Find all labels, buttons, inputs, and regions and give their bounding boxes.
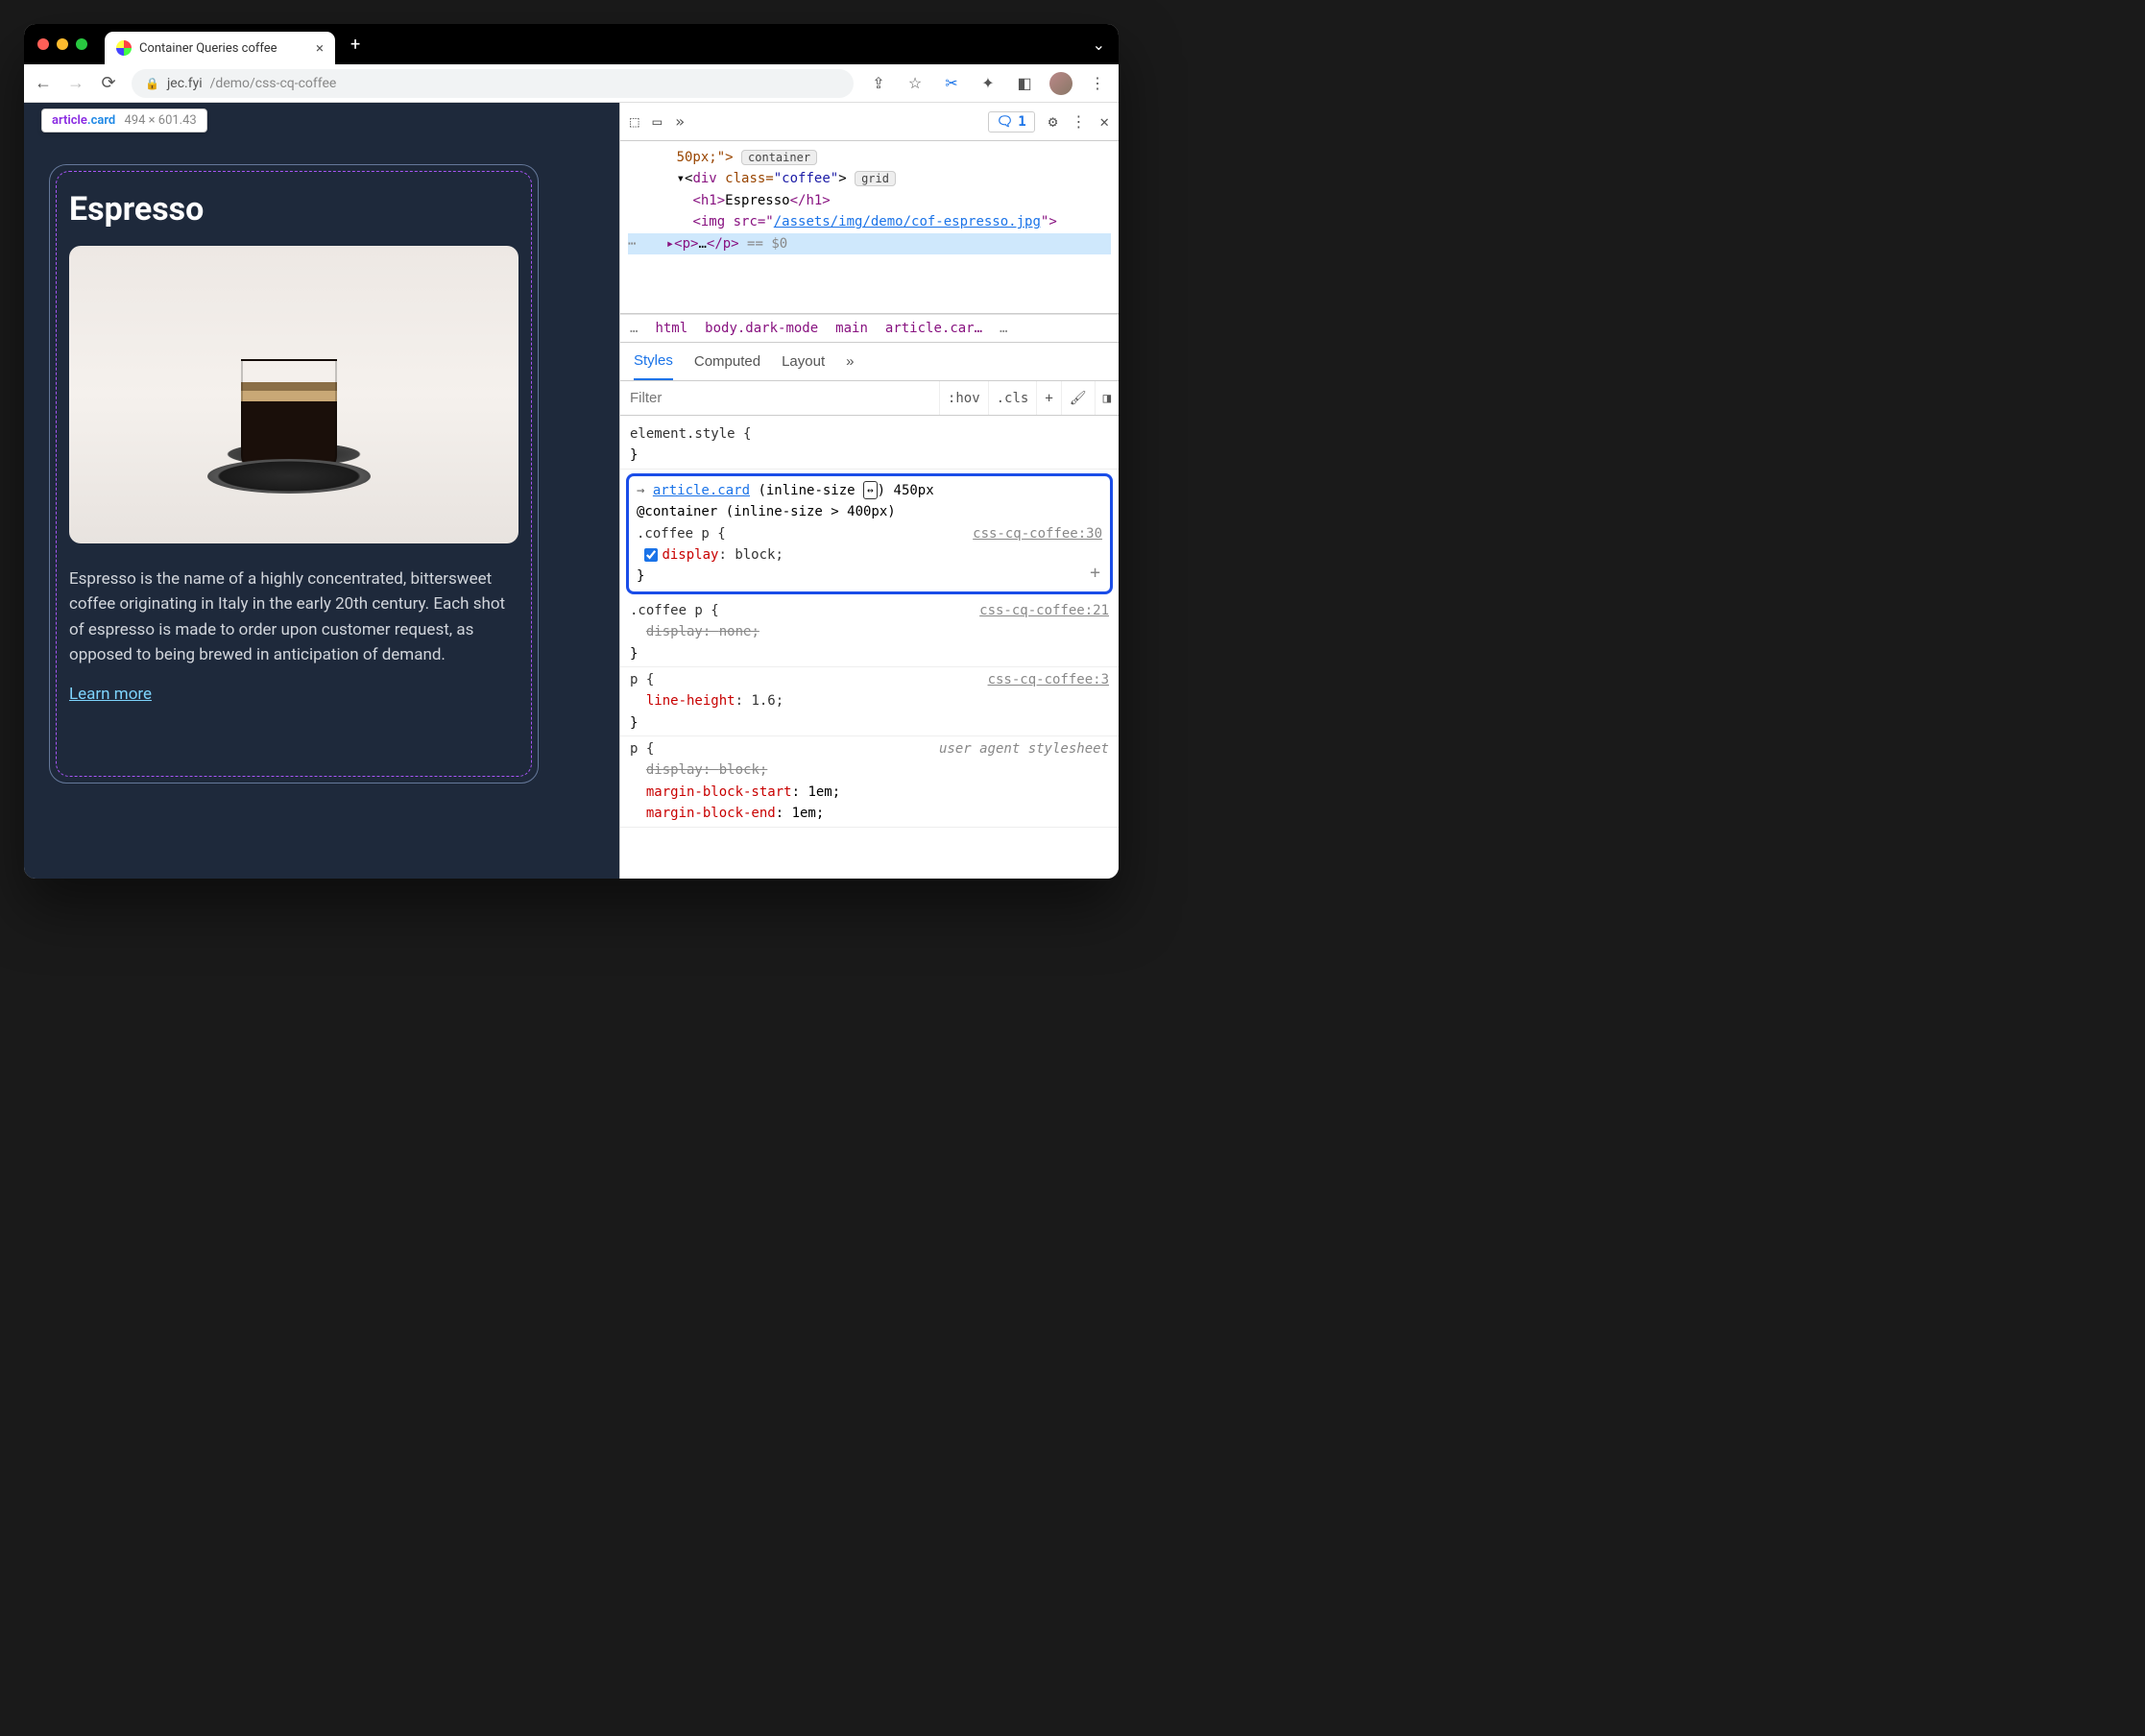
breadcrumb-article[interactable]: article.car… <box>885 321 982 336</box>
source-link-3[interactable]: css-cq-coffee:3 <box>988 669 1109 690</box>
window-titlebar: Container Queries coffee × + ⌄ <box>24 24 1119 64</box>
new-tab-button[interactable]: + <box>350 35 360 55</box>
profile-avatar[interactable] <box>1049 72 1072 95</box>
tab-computed[interactable]: Computed <box>694 353 760 370</box>
hov-button[interactable]: :hov <box>939 381 988 415</box>
property-toggle-checkbox[interactable] <box>644 548 658 562</box>
close-window-button[interactable] <box>37 38 49 50</box>
issues-button[interactable]: 🗨 1 <box>988 111 1035 133</box>
window-menu-chevron-icon[interactable]: ⌄ <box>1093 36 1105 54</box>
devtools-panel: ⬚ ▭ » 🗨 1 ⚙ ⋮ ✕ 50px;"> container ▾<div … <box>619 103 1119 879</box>
ua-label: user agent stylesheet <box>939 738 1109 760</box>
tab-layout[interactable]: Layout <box>782 353 825 370</box>
browser-tab[interactable]: Container Queries coffee × <box>105 32 335 64</box>
toggle-sidebar-icon[interactable]: ◨ <box>1095 381 1119 415</box>
back-button[interactable]: ← <box>34 73 53 93</box>
source-link-30[interactable]: css-cq-coffee:30 <box>973 523 1102 544</box>
cls-button[interactable]: .cls <box>988 381 1037 415</box>
card-description: Espresso is the name of a highly concent… <box>69 567 518 667</box>
inspect-element-icon[interactable]: ⬚ <box>630 112 639 131</box>
device-toolbar-icon[interactable]: ▭ <box>653 112 663 131</box>
card-title: Espresso <box>69 190 518 229</box>
url-bar: ← → ⟳ 🔒 jec.fyi/demo/css-cq-coffee ⇪ ☆ ✂… <box>24 64 1119 103</box>
user-agent-rule[interactable]: p {user agent stylesheet display: block;… <box>620 736 1119 828</box>
container-query-rule[interactable]: article.card (inline-size ↔) 450px @cont… <box>626 473 1113 594</box>
maximize-window-button[interactable] <box>76 38 87 50</box>
issues-icon: 🗨 <box>997 114 1014 130</box>
grid-badge[interactable]: grid <box>855 171 896 186</box>
traffic-lights <box>37 38 87 50</box>
styles-filter-row: :hov .cls + 🖌 ◨ <box>620 381 1119 416</box>
styles-tabstrip: Styles Computed Layout » <box>620 343 1119 381</box>
url-path: /demo/css-cq-coffee <box>210 76 337 91</box>
inline-size-icon: ↔ <box>863 481 878 500</box>
paint-icon[interactable]: 🖌 <box>1061 381 1095 415</box>
styles-filter-input[interactable] <box>620 390 939 406</box>
address-bar[interactable]: 🔒 jec.fyi/demo/css-cq-coffee <box>132 69 854 98</box>
scissors-icon[interactable]: ✂ <box>940 74 963 92</box>
tab-close-icon[interactable]: × <box>316 39 324 57</box>
element-style-rule[interactable]: element.style { } <box>620 422 1119 470</box>
devtools-kebab-icon[interactable]: ⋮ <box>1071 112 1086 131</box>
extensions-icon[interactable]: ✦ <box>976 74 1000 92</box>
coffee-p-rule[interactable]: .coffee p {css-cq-coffee:21 display: non… <box>620 598 1119 667</box>
minimize-window-button[interactable] <box>57 38 68 50</box>
breadcrumb-main[interactable]: main <box>835 321 868 336</box>
dom-breadcrumb[interactable]: … html body.dark-mode main article.car… … <box>620 314 1119 343</box>
coffee-image <box>69 246 518 543</box>
kebab-menu-icon[interactable]: ⋮ <box>1086 74 1109 92</box>
forward-button[interactable]: → <box>66 73 85 93</box>
cq-selector-link[interactable]: article.card <box>653 483 750 498</box>
page-viewport: article.card 494 × 601.43 Espresso Espre… <box>24 103 619 879</box>
devtools-toolbar: ⬚ ▭ » 🗨 1 ⚙ ⋮ ✕ <box>620 103 1119 141</box>
tooltip-dimensions: 494 × 601.43 <box>124 113 196 128</box>
settings-gear-icon[interactable]: ⚙ <box>1048 112 1058 131</box>
p-rule[interactable]: p {css-cq-coffee:3 line-height: 1.6; } <box>620 667 1119 736</box>
share-icon[interactable]: ⇪ <box>867 74 890 92</box>
source-link-21[interactable]: css-cq-coffee:21 <box>979 600 1109 621</box>
sidepanel-icon[interactable]: ◧ <box>1013 74 1036 92</box>
tab-favicon <box>116 40 132 56</box>
bookmark-icon[interactable]: ☆ <box>904 74 927 92</box>
tabs-overflow-icon[interactable]: » <box>675 112 685 131</box>
inspect-tooltip: article.card 494 × 601.43 <box>41 108 207 133</box>
learn-more-link[interactable]: Learn more <box>69 685 152 704</box>
img-src-link[interactable]: /assets/img/demo/cof-espresso.jpg <box>774 214 1041 229</box>
breadcrumb-overflow-left[interactable]: … <box>630 321 638 336</box>
article-card[interactable]: Espresso Espresso is the name of a highl… <box>49 164 539 784</box>
tab-overflow-icon[interactable]: » <box>846 353 854 370</box>
container-badge[interactable]: container <box>741 150 817 165</box>
tooltip-selector-class: .card <box>87 113 115 128</box>
styles-pane: element.style { } article.card (inline-s… <box>620 416 1119 879</box>
breadcrumb-html[interactable]: html <box>655 321 687 336</box>
elements-dom-tree[interactable]: 50px;"> container ▾<div class="coffee"> … <box>620 141 1119 314</box>
reload-button[interactable]: ⟳ <box>99 73 118 93</box>
breadcrumb-body[interactable]: body.dark-mode <box>705 321 818 336</box>
devtools-close-icon[interactable]: ✕ <box>1099 112 1109 131</box>
new-rule-button[interactable]: + <box>1036 381 1060 415</box>
url-host: jec.fyi <box>167 76 203 91</box>
tab-title: Container Queries coffee <box>139 41 277 56</box>
breadcrumb-overflow-right[interactable]: … <box>1000 321 1007 336</box>
tab-styles[interactable]: Styles <box>634 343 673 380</box>
issues-count: 1 <box>1018 114 1025 130</box>
tooltip-selector-tag: article <box>52 113 87 128</box>
lock-icon: 🔒 <box>145 77 159 90</box>
selected-dom-node[interactable]: ⋯ ▸<p>…</p> == $0 <box>628 233 1111 254</box>
